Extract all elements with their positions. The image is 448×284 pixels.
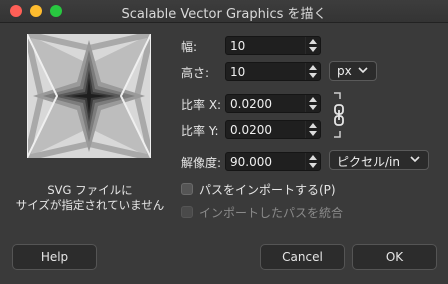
ratio-y-label: 比率 Y:: [181, 124, 219, 138]
decrement-arrow-icon[interactable]: [309, 105, 317, 110]
svg-preview-image: [27, 34, 151, 158]
resolution-unit-value: ピクセル/in: [337, 155, 400, 169]
decrement-arrow-icon[interactable]: [309, 47, 317, 52]
star-pattern-image: [27, 34, 151, 158]
decrement-arrow-icon[interactable]: [309, 131, 317, 136]
preview-caption-line1: SVG ファイルに: [47, 183, 133, 197]
width-stepper[interactable]: [305, 37, 320, 54]
ok-button[interactable]: OK: [352, 244, 437, 270]
ratio-x-label: 比率 X:: [181, 98, 222, 112]
ratio-y-spinbox[interactable]: 0.0200: [225, 120, 321, 139]
height-label: 高さ:: [181, 66, 210, 80]
ratio-x-spinbox[interactable]: 0.0200: [225, 94, 321, 113]
increment-arrow-icon[interactable]: [309, 155, 317, 160]
chevron-down-icon: [358, 67, 368, 74]
height-stepper[interactable]: [305, 63, 320, 80]
cancel-button[interactable]: Cancel: [260, 244, 345, 270]
title-bar: Scalable Vector Graphics を描く: [0, 0, 448, 23]
increment-arrow-icon[interactable]: [309, 39, 317, 44]
preview-caption: SVG ファイルに サイズが指定されていません: [0, 183, 180, 213]
size-unit-value: px: [337, 64, 352, 78]
increment-arrow-icon[interactable]: [309, 123, 317, 128]
window-title: Scalable Vector Graphics を描く: [121, 7, 327, 22]
help-button[interactable]: Help: [12, 244, 97, 270]
decrement-arrow-icon[interactable]: [309, 73, 317, 78]
ratio-y-stepper[interactable]: [305, 121, 320, 138]
import-paths-checkbox[interactable]: [181, 183, 193, 195]
chevron-down-icon: [410, 156, 420, 163]
merge-paths-label[interactable]: インポートしたパスを統合: [199, 204, 343, 221]
resolution-spinbox[interactable]: 90.000: [225, 152, 321, 171]
resolution-value: 90.000: [230, 155, 272, 169]
preview-caption-line2: サイズが指定されていません: [15, 198, 165, 212]
resolution-label: 解像度:: [181, 156, 222, 170]
width-label: 幅:: [181, 40, 198, 54]
height-value: 10: [230, 65, 246, 79]
height-spinbox[interactable]: 10: [225, 62, 321, 81]
ratio-x-stepper[interactable]: [305, 95, 320, 112]
decrement-arrow-icon[interactable]: [309, 163, 317, 168]
size-unit-dropdown[interactable]: px: [329, 61, 377, 81]
ratio-y-value: 0.0200: [230, 123, 272, 137]
increment-arrow-icon[interactable]: [309, 97, 317, 102]
resolution-stepper[interactable]: [305, 153, 320, 170]
merge-paths-checkbox[interactable]: [181, 206, 193, 218]
width-value: 10: [230, 39, 246, 53]
chain-link-icon[interactable]: [332, 91, 346, 139]
import-paths-label[interactable]: パスをインポートする(P): [199, 181, 336, 198]
width-spinbox[interactable]: 10: [225, 36, 321, 55]
ratio-x-value: 0.0200: [230, 97, 272, 111]
increment-arrow-icon[interactable]: [309, 65, 317, 70]
resolution-unit-dropdown[interactable]: ピクセル/in: [329, 150, 429, 170]
